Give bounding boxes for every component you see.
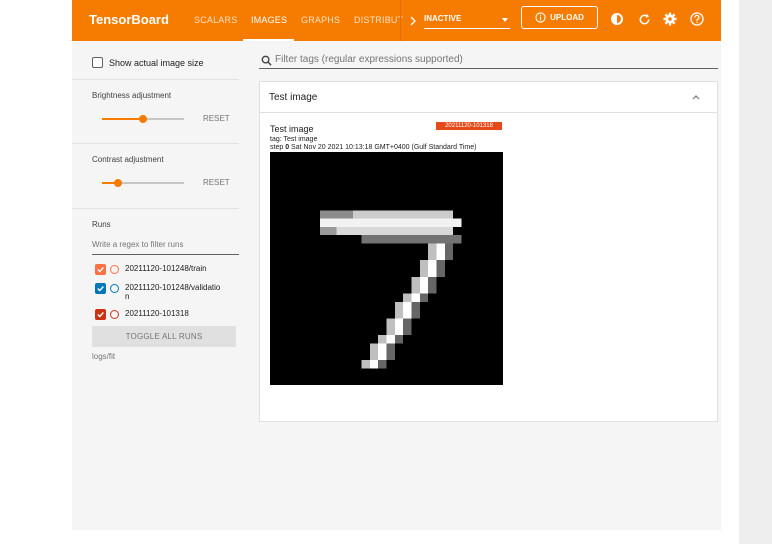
run-checkbox[interactable] xyxy=(95,264,106,275)
brightness-slider-fill xyxy=(102,118,143,120)
brand-title: TensorBoard xyxy=(89,12,169,27)
show-actual-size-toggle[interactable]: Show actual image size xyxy=(92,57,204,68)
tag-filter-placeholder: Filter tags (regular expressions support… xyxy=(275,54,463,65)
refresh-icon xyxy=(639,13,649,24)
brightness-reset-button[interactable]: RESET xyxy=(203,114,230,123)
tab-images[interactable]: IMAGES xyxy=(251,15,287,25)
dropdown-caret-icon xyxy=(502,18,508,22)
check-icon xyxy=(97,267,104,273)
check-icon xyxy=(97,312,104,318)
upload-label: UPLOAD xyxy=(550,13,584,22)
run-item[interactable]: 20211120-101248/validatio n xyxy=(95,283,220,301)
active-tab-indicator xyxy=(243,39,294,41)
image-step-info: step 0 Sat Nov 20 2021 10:13:18 GMT+0400… xyxy=(270,144,477,151)
run-label: 20211120-101248/validatio n xyxy=(125,283,221,301)
run-item[interactable]: 20211120-101318 xyxy=(95,309,189,320)
show-actual-size-label: Show actual image size xyxy=(109,57,204,68)
help-button[interactable] xyxy=(689,11,705,27)
image-title: Test image xyxy=(270,124,314,134)
image-tag: tag: Test image xyxy=(270,136,318,143)
tab-graphs[interactable]: GRAPHS xyxy=(301,15,340,25)
run-color-indicator[interactable] xyxy=(110,265,119,274)
toggle-all-runs-button[interactable]: TOGGLE ALL RUNS xyxy=(92,326,236,347)
checkbox[interactable] xyxy=(92,57,103,68)
run-color-indicator[interactable] xyxy=(110,310,119,319)
divider xyxy=(72,143,239,144)
sidebar: Show actual image size Brightness adjust… xyxy=(72,41,239,530)
reload-button[interactable] xyxy=(636,11,652,27)
brightness-slider[interactable] xyxy=(102,115,184,123)
logdir-label: logs/fit xyxy=(92,352,116,361)
contrast-reset-button[interactable]: RESET xyxy=(203,178,230,187)
card-title: Test image xyxy=(269,92,318,103)
tensorboard-app: TensorBoard SCALARS IMAGES GRAPHS DISTRI… xyxy=(72,0,721,530)
tab-distributions[interactable]: DISTRIBUT xyxy=(354,15,403,25)
run-color-indicator[interactable] xyxy=(110,284,119,293)
select-value: INACTIVE xyxy=(424,14,462,23)
inactive-plugins-select[interactable]: INACTIVE xyxy=(424,12,510,29)
run-label: 20211120-101318 xyxy=(125,309,189,318)
chevron-right-icon xyxy=(410,16,416,25)
help-icon xyxy=(690,12,704,26)
mnist-digit-image[interactable] xyxy=(270,152,503,385)
page: TensorBoard SCALARS IMAGES GRAPHS DISTRI… xyxy=(0,0,772,544)
run-checkbox[interactable] xyxy=(95,309,106,320)
run-badge: 20211120-101318 xyxy=(436,122,502,130)
contrast-label: Contrast adjustment xyxy=(92,155,164,164)
runs-title: Runs xyxy=(92,220,111,229)
settings-button[interactable] xyxy=(662,11,678,27)
brightness-slider-thumb[interactable] xyxy=(139,115,147,123)
run-checkbox[interactable] xyxy=(95,283,106,294)
image-card: Test image Test image tag: Test image st… xyxy=(259,81,718,422)
digit-seven-pixels xyxy=(319,210,462,369)
contrast-slider-thumb[interactable] xyxy=(114,179,123,187)
card-header[interactable]: Test image xyxy=(260,82,717,113)
run-item[interactable]: 20211120-101248/train xyxy=(95,264,207,275)
info-icon xyxy=(535,12,546,23)
gear-icon xyxy=(663,12,677,26)
tag-filter-input[interactable]: Filter tags (regular expressions support… xyxy=(259,52,718,69)
dark-mode-toggle[interactable] xyxy=(609,11,625,27)
check-icon xyxy=(97,286,104,292)
run-label: 20211120-101248/train xyxy=(125,264,207,273)
scrollbar-track[interactable] xyxy=(739,0,772,544)
tab-scalars[interactable]: SCALARS xyxy=(194,15,237,25)
chevron-up-icon[interactable] xyxy=(691,93,701,101)
brightness-label: Brightness adjustment xyxy=(92,91,172,100)
upload-button[interactable]: UPLOAD xyxy=(521,6,598,29)
top-bar: TensorBoard SCALARS IMAGES GRAPHS DISTRI… xyxy=(72,0,721,41)
contrast-slider[interactable] xyxy=(102,179,184,187)
more-tabs-button[interactable] xyxy=(400,0,424,41)
runs-filter-input[interactable]: Write a regex to filter runs xyxy=(92,240,239,255)
search-icon xyxy=(261,55,272,66)
brightness-icon xyxy=(611,13,623,25)
divider xyxy=(72,79,239,80)
divider xyxy=(72,208,239,209)
